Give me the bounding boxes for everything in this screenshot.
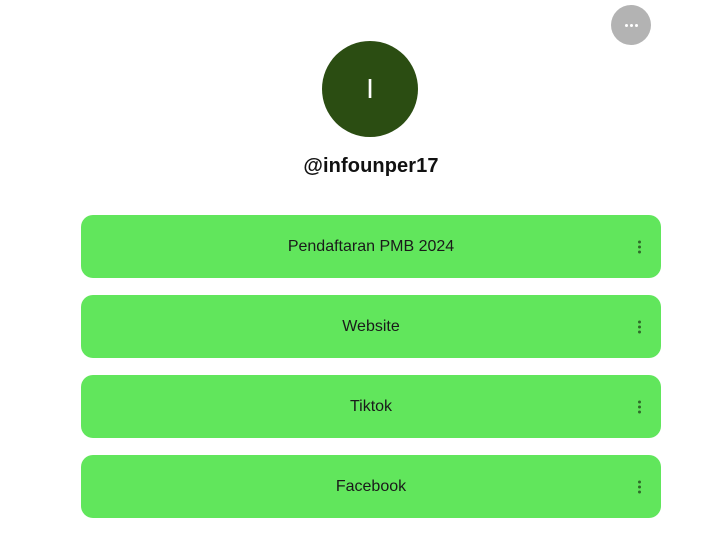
link-label: Pendaftaran PMB 2024 bbox=[287, 237, 455, 255]
more-vertical-icon[interactable] bbox=[634, 476, 645, 497]
profile-handle: @infounper17 bbox=[303, 155, 439, 177]
more-vertical-icon[interactable] bbox=[634, 396, 645, 417]
links-list: Pendaftaran PMB 2024 Website Tiktok Face… bbox=[81, 215, 661, 535]
link-website[interactable]: Website bbox=[81, 295, 661, 358]
link-label: Facebook bbox=[335, 477, 407, 495]
more-horizontal-icon bbox=[624, 23, 638, 27]
link-facebook[interactable]: Facebook bbox=[81, 455, 661, 518]
avatar: I bbox=[322, 41, 418, 137]
more-vertical-icon[interactable] bbox=[634, 316, 645, 337]
link-label: Website bbox=[342, 317, 400, 335]
more-options-button[interactable] bbox=[611, 5, 651, 45]
link-pendaftaran-pmb-2024[interactable]: Pendaftaran PMB 2024 bbox=[81, 215, 661, 278]
avatar-initial: I bbox=[366, 73, 374, 104]
link-tiktok[interactable]: Tiktok bbox=[81, 375, 661, 438]
link-label: Tiktok bbox=[349, 397, 393, 415]
more-vertical-icon[interactable] bbox=[634, 236, 645, 257]
